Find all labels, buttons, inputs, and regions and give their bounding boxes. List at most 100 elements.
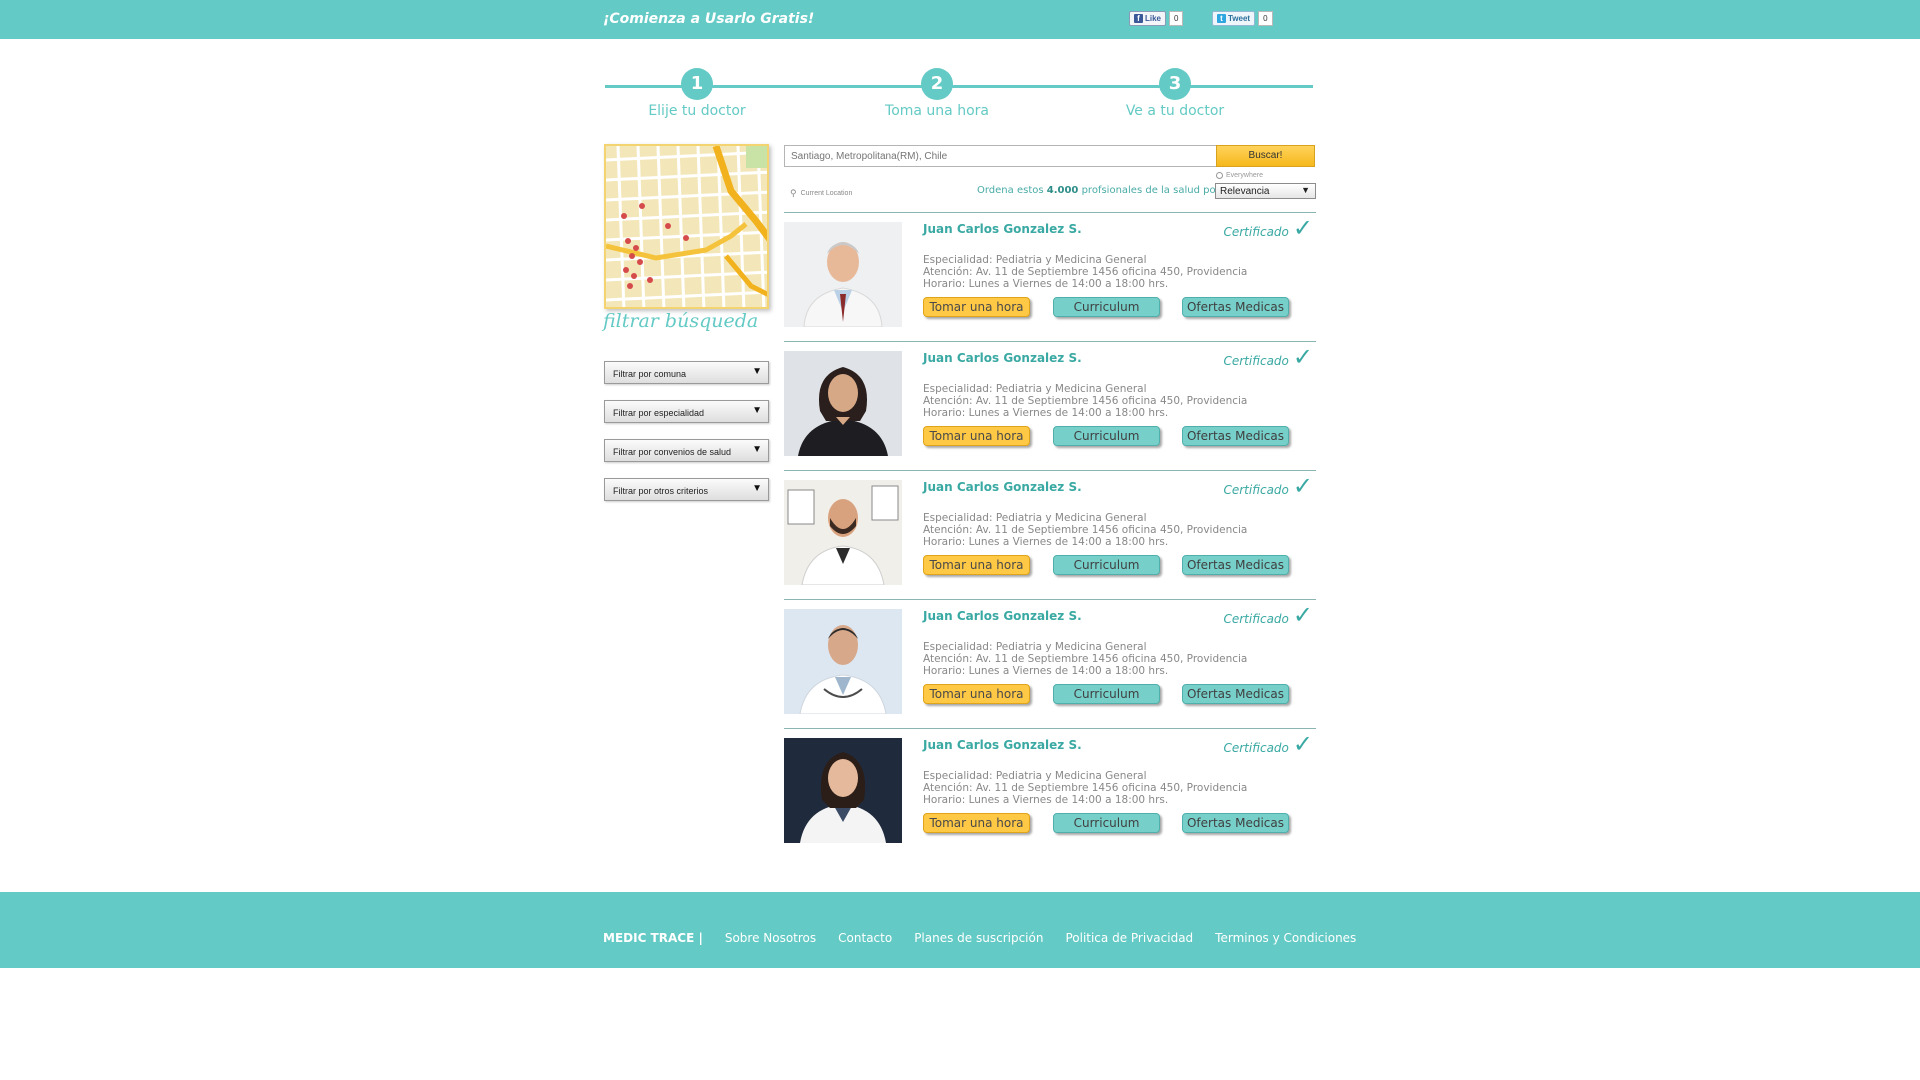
medical-offers-button[interactable]: Ofertas Medicas	[1182, 555, 1289, 575]
tweet-count: 0	[1258, 11, 1273, 26]
step-3: 3 Ve a tu doctor	[1095, 68, 1255, 119]
step-1-number: 1	[681, 68, 713, 100]
doctor-specialty: Especialidad: Pediatria y Medicina Gener…	[923, 254, 1147, 266]
search-button[interactable]: Buscar!	[1216, 145, 1315, 167]
doctor-details: Especialidad: Pediatria y Medicina Gener…	[923, 383, 1247, 419]
footer-link-privacy[interactable]: Politica de Privacidad	[1065, 931, 1193, 945]
triangle-down-icon: ▼	[1301, 185, 1310, 195]
sort-select[interactable]: Relevancia ▼	[1215, 183, 1316, 199]
triangle-down-icon: ▼	[752, 405, 762, 416]
doctor-photo[interactable]	[784, 738, 902, 843]
footer-link-plans[interactable]: Planes de suscripción	[914, 931, 1043, 945]
curriculum-button[interactable]: Curriculum	[1053, 297, 1160, 317]
curriculum-button[interactable]: Curriculum	[1053, 813, 1160, 833]
doctor-hours: Horario: Lunes a Viernes de 14:00 a 18:0…	[923, 665, 1169, 677]
checkmark-icon: ✓	[1292, 214, 1313, 242]
sort-prefix: Ordena estos	[977, 185, 1044, 196]
step-1: 1 Elije tu doctor	[617, 68, 777, 119]
doctor-hours: Horario: Lunes a Viernes de 14:00 a 18:0…	[923, 536, 1169, 548]
certified-label: Certificado	[1223, 741, 1289, 755]
doctor-results-list: Juan Carlos Gonzalez S. Certificado ✓ Es…	[784, 212, 1316, 857]
doctor-name[interactable]: Juan Carlos Gonzalez S.	[923, 609, 1082, 623]
medical-offers-button[interactable]: Ofertas Medicas	[1182, 813, 1289, 833]
medical-offers-button[interactable]: Ofertas Medicas	[1182, 426, 1289, 446]
everywhere-option[interactable]: Everywhere	[1216, 172, 1263, 179]
doctor-actions: Tomar una hora Curriculum Ofertas Medica…	[923, 297, 1295, 317]
certified-badge: Certificado ✓	[1223, 474, 1313, 498]
book-appointment-button[interactable]: Tomar una hora	[923, 297, 1030, 317]
curriculum-button[interactable]: Curriculum	[1053, 684, 1160, 704]
curriculum-button[interactable]: Curriculum	[1053, 426, 1160, 446]
filter-otros-select[interactable]: Filtrar por otros criterios ▼	[604, 478, 769, 501]
checkmark-icon: ✓	[1292, 343, 1313, 371]
doctor-result: Juan Carlos Gonzalez S. Certificado ✓ Es…	[784, 212, 1316, 341]
sort-count: 4.000	[1046, 185, 1079, 196]
doctor-result: Juan Carlos Gonzalez S. Certificado ✓ Es…	[784, 341, 1316, 470]
doctor-address: Atención: Av. 11 de Septiembre 1456 ofic…	[923, 653, 1248, 665]
book-appointment-button[interactable]: Tomar una hora	[923, 813, 1030, 833]
facebook-like-label: Like	[1145, 14, 1162, 23]
tagline[interactable]: ¡Comienza a Usarlo Gratis!	[603, 11, 814, 27]
doctor-actions: Tomar una hora Curriculum Ofertas Medica…	[923, 684, 1295, 704]
footer: MEDIC TRACE | Sobre Nosotros Contacto Pl…	[0, 892, 1920, 968]
doctor-actions: Tomar una hora Curriculum Ofertas Medica…	[923, 555, 1295, 575]
filter-especialidad-label: Filtrar por especialidad	[613, 408, 705, 418]
medical-offers-button[interactable]: Ofertas Medicas	[1182, 684, 1289, 704]
sort-description: Ordena estos 4.000 profsionales de la sa…	[977, 185, 1223, 196]
doctor-details: Especialidad: Pediatria y Medicina Gener…	[923, 512, 1247, 548]
certified-badge: Certificado ✓	[1223, 603, 1313, 627]
doctor-photo[interactable]	[784, 351, 902, 456]
step-3-label: Ve a tu doctor	[1125, 103, 1225, 119]
footer-brand[interactable]: MEDIC TRACE |	[603, 931, 703, 945]
doctor-hours: Horario: Lunes a Viernes de 14:00 a 18:0…	[923, 794, 1169, 806]
certified-badge: Certificado ✓	[1223, 730, 1313, 758]
doctor-name[interactable]: Juan Carlos Gonzalez S.	[923, 222, 1082, 236]
doctor-details: Especialidad: Pediatria y Medicina Gener…	[923, 641, 1247, 677]
checkmark-icon: ✓	[1292, 730, 1313, 758]
doctor-photo[interactable]	[784, 609, 902, 714]
footer-links: MEDIC TRACE | Sobre Nosotros Contacto Pl…	[603, 931, 1356, 945]
doctor-actions: Tomar una hora Curriculum Ofertas Medica…	[923, 813, 1295, 833]
triangle-down-icon: ▼	[752, 483, 762, 494]
doctor-address: Atención: Av. 11 de Septiembre 1456 ofic…	[923, 266, 1248, 278]
tweet-button[interactable]: t Tweet	[1212, 11, 1256, 26]
step-3-number: 3	[1159, 68, 1191, 100]
footer-link-terms[interactable]: Terminos y Condiciones	[1215, 931, 1356, 945]
filter-comuna-label: Filtrar por comuna	[613, 369, 687, 379]
medical-offers-button[interactable]: Ofertas Medicas	[1182, 297, 1289, 317]
book-appointment-button[interactable]: Tomar una hora	[923, 426, 1030, 446]
doctor-name[interactable]: Juan Carlos Gonzalez S.	[923, 351, 1082, 365]
sort-value: Relevancia	[1220, 186, 1270, 197]
triangle-down-icon: ▼	[752, 444, 762, 455]
street-map-image	[606, 146, 767, 307]
doctor-specialty: Especialidad: Pediatria y Medicina Gener…	[923, 383, 1147, 395]
facebook-like-button[interactable]: f Like	[1129, 11, 1167, 26]
location-search-input[interactable]	[784, 145, 1217, 167]
filter-convenios-select[interactable]: Filtrar por convenios de salud ▼	[604, 439, 769, 462]
step-1-label: Elije tu doctor	[648, 103, 746, 119]
footer-link-contact[interactable]: Contacto	[838, 931, 892, 945]
filter-especialidad-select[interactable]: Filtrar por especialidad ▼	[604, 400, 769, 423]
book-appointment-button[interactable]: Tomar una hora	[923, 684, 1030, 704]
everywhere-label: Everywhere	[1226, 172, 1263, 179]
book-appointment-button[interactable]: Tomar una hora	[923, 555, 1030, 575]
certified-badge: Certificado ✓	[1223, 214, 1313, 242]
current-location-link[interactable]: ⚲ Current Location	[790, 188, 852, 199]
map-pin-icon: ⚲	[790, 188, 797, 198]
step-2-label: Toma una hora	[885, 103, 989, 119]
footer-link-about[interactable]: Sobre Nosotros	[725, 931, 816, 945]
doctor-photo[interactable]	[784, 222, 902, 327]
doctor-photo[interactable]	[784, 480, 902, 585]
doctor-result: Juan Carlos Gonzalez S. Certificado ✓ Es…	[784, 599, 1316, 728]
twitter-bird-icon: t	[1217, 14, 1226, 23]
doctor-result: Juan Carlos Gonzalez S. Certificado ✓ Es…	[784, 728, 1316, 857]
map-thumbnail[interactable]	[604, 144, 769, 309]
radio-icon	[1216, 172, 1223, 179]
doctor-name[interactable]: Juan Carlos Gonzalez S.	[923, 480, 1082, 494]
certified-label: Certificado	[1223, 612, 1289, 626]
curriculum-button[interactable]: Curriculum	[1053, 555, 1160, 575]
filter-convenios-label: Filtrar por convenios de salud	[613, 447, 732, 457]
filter-otros-label: Filtrar por otros criterios	[613, 486, 709, 496]
doctor-name[interactable]: Juan Carlos Gonzalez S.	[923, 738, 1082, 752]
filter-comuna-select[interactable]: Filtrar por comuna ▼	[604, 361, 769, 384]
